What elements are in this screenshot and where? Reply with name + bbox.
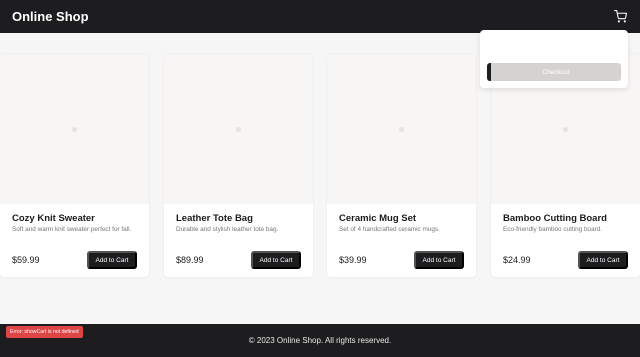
image-placeholder-icon bbox=[563, 126, 568, 132]
error-badge: Error: showCart is not defined bbox=[6, 326, 83, 338]
site-footer: © 2023 Online Shop. All rights reserved. bbox=[0, 324, 640, 357]
add-to-cart-button[interactable]: Add to Cart bbox=[251, 251, 301, 269]
add-to-cart-button[interactable]: Add to Cart bbox=[578, 251, 628, 269]
site-header: Online Shop bbox=[0, 0, 640, 33]
product-card: Cozy Knit Sweater Soft and warm knit swe… bbox=[0, 54, 149, 277]
product-image bbox=[164, 54, 313, 204]
product-title: Ceramic Mug Set bbox=[339, 213, 417, 224]
brand-title[interactable]: Online Shop bbox=[12, 9, 89, 24]
checkout-button[interactable]: Checkout bbox=[487, 63, 621, 81]
product-title: Leather Tote Bag bbox=[176, 213, 253, 224]
product-card: Leather Tote Bag Durable and stylish lea… bbox=[164, 54, 313, 277]
product-price: $24.99 bbox=[503, 255, 531, 265]
product-price: $89.99 bbox=[176, 255, 204, 265]
checkout-label: Checkout bbox=[542, 68, 570, 76]
image-placeholder-icon bbox=[72, 126, 77, 132]
product-title: Cozy Knit Sweater bbox=[12, 213, 95, 224]
image-placeholder-icon bbox=[236, 126, 241, 132]
product-description: Soft and warm knit sweater perfect for f… bbox=[12, 226, 132, 233]
product-description: Set of 4 handcrafted ceramic mugs. bbox=[339, 226, 440, 233]
product-image bbox=[0, 54, 149, 204]
product-price: $59.99 bbox=[12, 255, 40, 265]
product-image bbox=[327, 54, 476, 204]
product-price: $39.99 bbox=[339, 255, 367, 265]
shopping-cart-icon bbox=[613, 10, 627, 23]
add-to-cart-button[interactable]: Add to Cart bbox=[87, 251, 137, 269]
copyright-text: © 2023 Online Shop. All rights reserved. bbox=[248, 336, 392, 345]
product-description: Eco-friendly bamboo cutting board. bbox=[503, 226, 603, 233]
image-placeholder-icon bbox=[399, 126, 404, 132]
product-card: Ceramic Mug Set Set of 4 handcrafted cer… bbox=[327, 54, 476, 277]
add-to-cart-button[interactable]: Add to Cart bbox=[414, 251, 464, 269]
product-title: Bamboo Cutting Board bbox=[503, 213, 607, 224]
cart-dropdown: Checkout bbox=[480, 30, 628, 88]
cart-button[interactable] bbox=[610, 7, 630, 27]
product-description: Durable and stylish leather tote bag. bbox=[176, 226, 279, 233]
